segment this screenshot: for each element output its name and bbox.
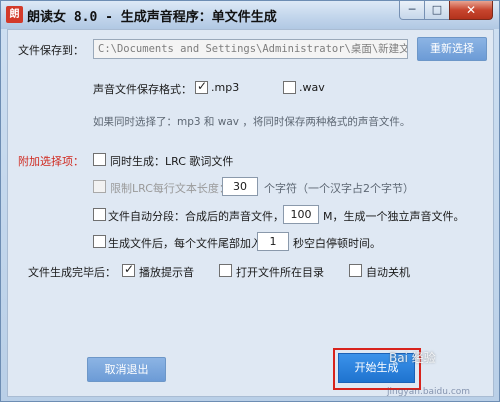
open-folder-label: 打开文件所在目录 — [236, 266, 324, 279]
tail-pause-input[interactable]: 1 — [257, 232, 289, 251]
app-icon: 朗 — [6, 6, 23, 23]
open-folder-checkbox[interactable] — [219, 264, 232, 277]
auto-split-input[interactable]: 100 — [283, 205, 319, 224]
auto-split-label: 文件自动分段：合成后的声音文件，每 — [108, 210, 295, 223]
maximize-button[interactable]: □ — [424, 1, 450, 20]
reselect-button[interactable]: 重新选择 — [417, 37, 487, 61]
app-window: 朗 朗读女 8.0 - 生成声音程序：单文件生成 ─ □ ✕ 文件保存到： C:… — [0, 0, 500, 402]
auto-split-checkbox[interactable] — [93, 208, 106, 221]
lrc-label: 同时生成：LRC 歌词文件 — [110, 155, 234, 168]
format-label: 声音文件保存格式： — [93, 83, 192, 96]
limit-lrc-label: 限制LRC每行文本长度： — [110, 182, 230, 195]
check-mark-icon: ✓ — [197, 79, 208, 93]
format-hint: 如果同时选择了：mp3 和 wav ，将同时保存两种格式的声音文件。 — [93, 116, 411, 128]
play-beep-checkbox[interactable]: ✓ — [122, 262, 135, 277]
auto-shutdown-label: 自动关机 — [366, 266, 410, 279]
window-title: 朗读女 8.0 - 生成声音程序：单文件生成 — [27, 10, 277, 25]
lrc-checkbox[interactable] — [93, 153, 106, 166]
save-path-label: 文件保存到： — [18, 44, 84, 57]
limit-lrc-unit: 个字符（一个汉字占2个字节） — [264, 182, 414, 195]
wav-checkbox[interactable] — [283, 81, 296, 94]
wav-label: .wav — [299, 81, 325, 94]
title-bar[interactable]: 朗 朗读女 8.0 - 生成声音程序：单文件生成 ─ □ ✕ — [1, 1, 499, 29]
tail-pause-unit: 秒空白停顿时间。 — [293, 237, 381, 250]
tail-pause-label: 生成文件后，每个文件尾部加入 — [108, 237, 262, 250]
mp3-checkbox[interactable]: ✓ — [195, 79, 208, 94]
play-beep-label: 播放提示音 — [139, 266, 194, 279]
close-button[interactable]: ✕ — [449, 1, 493, 20]
tail-pause-checkbox[interactable] — [93, 235, 106, 248]
after-finish-label: 文件生成完毕后： — [28, 266, 116, 279]
save-path-field[interactable]: C:\Documents and Settings\Administrator\… — [93, 39, 408, 59]
auto-split-unit: M，生成一个独立声音文件。 — [323, 210, 465, 223]
extra-options-label: 附加选择项： — [18, 155, 84, 168]
mp3-label: .mp3 — [211, 81, 240, 94]
caption-buttons: ─ □ ✕ — [399, 1, 493, 21]
cancel-exit-button[interactable]: 取消退出 — [87, 357, 166, 382]
limit-lrc-input[interactable]: 30 — [222, 177, 258, 196]
dialog-body: 文件保存到： C:\Documents and Settings\Adminis… — [7, 29, 494, 397]
check-mark-icon: ✓ — [124, 262, 135, 276]
auto-shutdown-checkbox[interactable] — [349, 264, 362, 277]
watermark-url: jingyan.baidu.com — [387, 387, 471, 397]
limit-lrc-checkbox[interactable] — [93, 180, 106, 193]
watermark: Bai 经验 — [389, 351, 436, 365]
minimize-button[interactable]: ─ — [399, 1, 425, 20]
